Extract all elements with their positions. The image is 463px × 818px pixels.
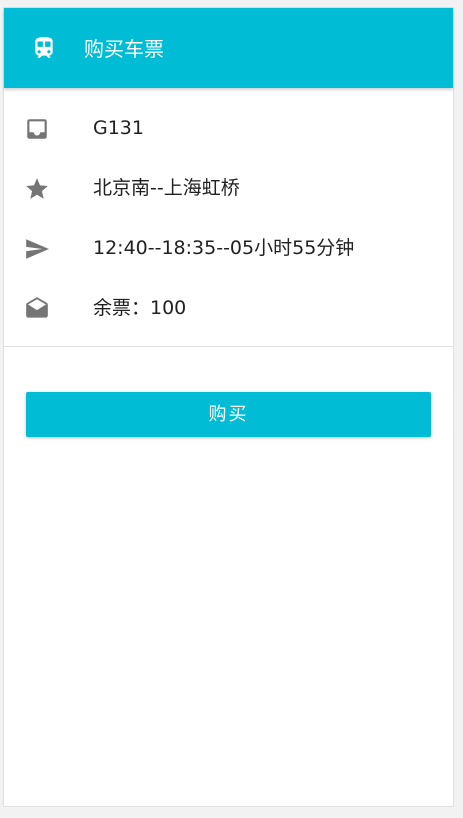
ticket-card: 购买车票 G131 北京南--上海虹桥 12:40--18:35--05小时55… — [3, 7, 454, 807]
train-number: G131 — [93, 117, 144, 139]
star-icon — [26, 178, 48, 199]
mail-open-icon — [26, 297, 48, 318]
list-item-route: 北京南--上海虹桥 — [4, 158, 453, 218]
schedule: 12:40--18:35--05小时55分钟 — [93, 237, 355, 259]
ticket-details-list: G131 北京南--上海虹桥 12:40--18:35--05小时55分钟 余票… — [4, 98, 453, 338]
train-icon — [35, 37, 53, 58]
list-item-schedule: 12:40--18:35--05小时55分钟 — [4, 218, 453, 278]
inbox-icon — [27, 119, 47, 139]
send-icon — [26, 239, 49, 259]
divider — [4, 346, 453, 347]
app-bar: 购买车票 — [4, 8, 453, 88]
buy-button[interactable]: 购买 — [26, 392, 431, 437]
remaining-tickets: 余票：100 — [93, 297, 187, 319]
route: 北京南--上海虹桥 — [93, 177, 240, 199]
list-item-remaining-tickets: 余票：100 — [4, 278, 453, 338]
page-title: 购买车票 — [84, 37, 164, 61]
list-item-train-number: G131 — [4, 98, 453, 158]
